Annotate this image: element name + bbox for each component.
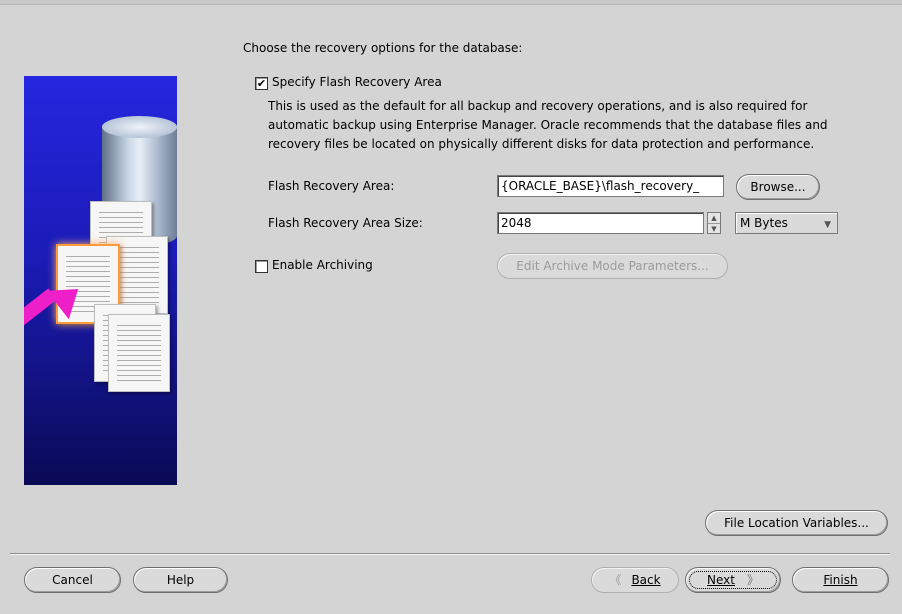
cancel-button[interactable]: Cancel	[24, 567, 121, 593]
size-spinner[interactable]: ▲ ▼	[707, 212, 721, 234]
enable-archiving-checkbox[interactable]	[255, 260, 268, 273]
specify-flash-recovery-label[interactable]: Specify Flash Recovery Area	[272, 75, 442, 89]
size-unit-value: M Bytes	[740, 216, 788, 230]
flash-recovery-area-label: Flash Recovery Area:	[268, 179, 395, 193]
browse-button[interactable]: Browse...	[736, 174, 820, 200]
finish-button[interactable]: Finish	[792, 567, 889, 593]
page-instruction: Choose the recovery options for the data…	[243, 41, 523, 55]
help-button[interactable]: Help	[133, 567, 228, 593]
spin-down-icon[interactable]: ▼	[708, 224, 720, 234]
window-top-border	[0, 0, 902, 5]
footer-separator	[10, 553, 890, 555]
wizard-illustration	[24, 76, 177, 485]
next-button[interactable]: Next 》	[685, 567, 781, 593]
spin-up-icon[interactable]: ▲	[708, 213, 720, 224]
file-location-variables-button[interactable]: File Location Variables...	[705, 510, 888, 536]
back-chevron-icon: 《	[609, 573, 622, 587]
database-cylinder-top	[102, 116, 177, 138]
back-button[interactable]: 《 Back	[591, 567, 679, 593]
back-button-label: Back	[631, 573, 661, 587]
edit-archive-mode-parameters-button[interactable]: Edit Archive Mode Parameters...	[497, 253, 728, 279]
enable-archiving-label[interactable]: Enable Archiving	[272, 258, 373, 272]
flash-recovery-size-input[interactable]: 2048	[497, 212, 704, 234]
document-icon	[108, 314, 170, 392]
chevron-down-icon: ▼	[824, 220, 831, 230]
specify-flash-recovery-checkbox[interactable]: ✔	[255, 77, 268, 90]
next-button-label: Next	[707, 573, 735, 587]
flash-recovery-description: This is used as the default for all back…	[268, 99, 828, 151]
finish-button-label: Finish	[823, 573, 858, 587]
next-chevron-icon: 》	[746, 573, 759, 587]
size-unit-select[interactable]: M Bytes ▼	[735, 212, 838, 234]
flash-recovery-size-label: Flash Recovery Area Size:	[268, 216, 423, 230]
flash-recovery-area-input[interactable]: {ORACLE_BASE}\flash_recovery_	[497, 175, 724, 197]
